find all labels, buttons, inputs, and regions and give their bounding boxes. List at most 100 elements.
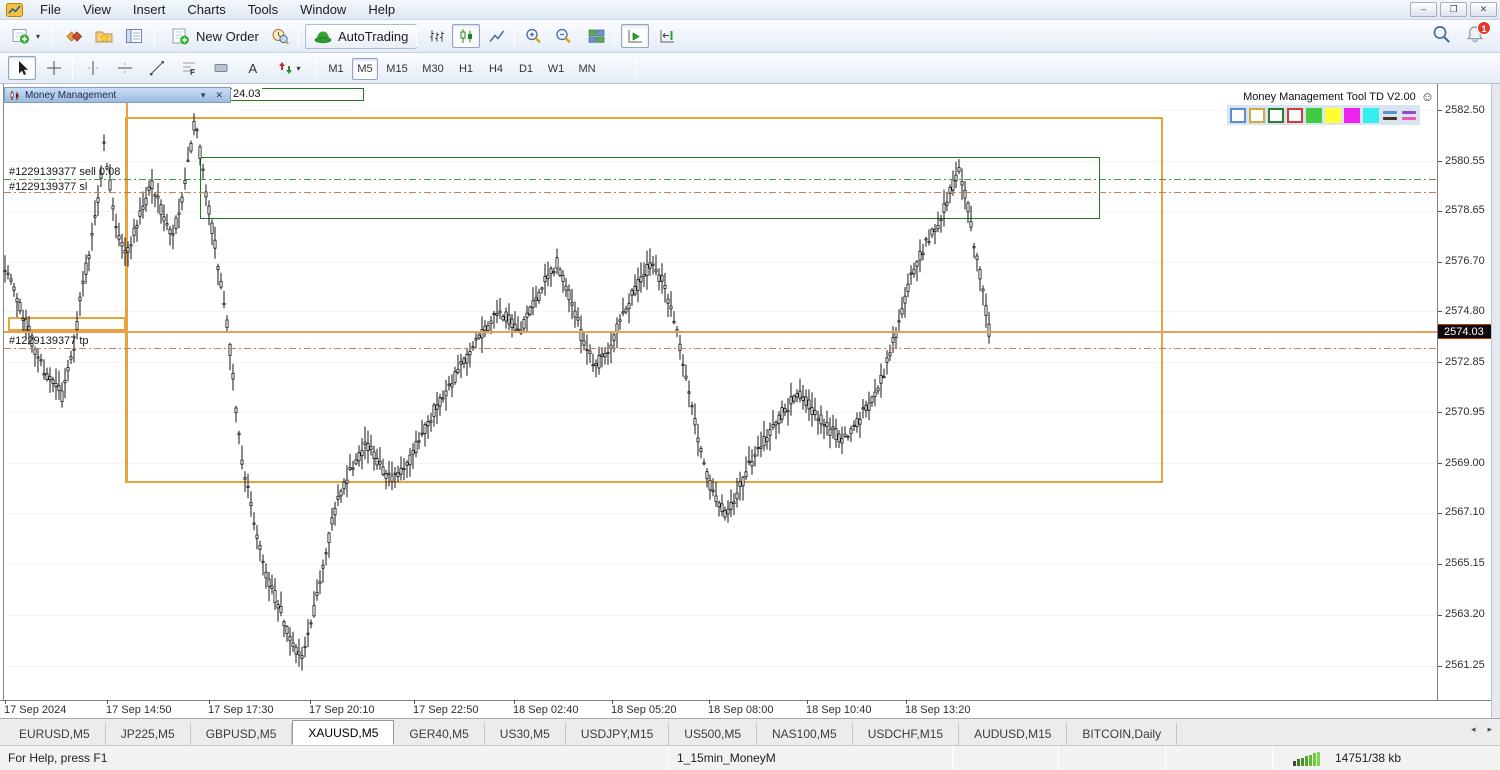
price-tick-label: 2580.55 xyxy=(1445,155,1485,167)
trendline-button[interactable] xyxy=(143,56,171,80)
app-logo-icon xyxy=(6,3,23,17)
search-button[interactable] xyxy=(1432,25,1452,49)
text-tool-button[interactable]: A xyxy=(239,56,267,80)
horizontal-line-button[interactable] xyxy=(111,56,139,80)
candlestick-chart-button[interactable] xyxy=(452,24,480,48)
tab-prev-arrow-icon[interactable]: ◂ xyxy=(1471,724,1476,735)
new-chart-icon xyxy=(12,28,34,44)
timeframe-m5[interactable]: M5 xyxy=(352,58,378,80)
palette-color-swatch[interactable] xyxy=(1363,108,1379,123)
price-tick-label: 2574.80 xyxy=(1445,305,1485,317)
price-axis[interactable]: 2574.03 2582.502580.552578.652576.702574… xyxy=(1437,84,1491,718)
menu-item-help[interactable]: Help xyxy=(357,1,406,18)
timeframe-h1[interactable]: H1 xyxy=(452,58,480,80)
timeframe-h4[interactable]: H4 xyxy=(482,58,510,80)
market-watch-button[interactable] xyxy=(120,24,148,48)
palette-color-swatch[interactable] xyxy=(1287,108,1303,123)
takeprofit-line[interactable] xyxy=(4,348,1437,349)
zoom-out-icon xyxy=(555,28,573,44)
symbol-tab-eurusd[interactable]: EURUSD,M5 xyxy=(4,723,106,745)
toolbar-separator xyxy=(154,25,155,47)
autotrading-toggle[interactable]: AutoTrading xyxy=(305,24,417,49)
arrows-tool-button[interactable]: ▾ xyxy=(269,56,309,80)
shapes-button[interactable] xyxy=(207,56,235,80)
symbol-tab-xauusd[interactable]: XAUUSD,M5 xyxy=(292,720,394,745)
symbol-tab-ger40[interactable]: GER40,M5 xyxy=(394,723,484,745)
symbol-tab-gbpusd[interactable]: GBPUSD,M5 xyxy=(191,723,293,745)
palette-line-swatch[interactable] xyxy=(1382,108,1398,123)
menu-item-tools[interactable]: Tools xyxy=(237,1,289,18)
chart-shift-button[interactable] xyxy=(653,24,681,48)
svg-text:A: A xyxy=(249,61,258,76)
tile-windows-icon xyxy=(588,28,605,44)
symbol-tab-audusd[interactable]: AUDUSD,M15 xyxy=(959,723,1067,745)
window-edge-strip xyxy=(1491,84,1500,718)
symbol-tab-usdjpy[interactable]: USDJPY,M15 xyxy=(566,723,669,745)
symbol-tab-usdchf[interactable]: USDCHF,M15 xyxy=(853,723,959,745)
timeframe-d1[interactable]: D1 xyxy=(512,58,540,80)
symbol-tab-us500[interactable]: US500,M5 xyxy=(669,723,757,745)
chart-tab-title: Money Management xyxy=(25,90,116,101)
zoom-out-button[interactable] xyxy=(550,24,578,48)
fibonacci-button[interactable]: F xyxy=(175,56,203,80)
cursor-button[interactable] xyxy=(8,56,36,80)
stoploss-line[interactable] xyxy=(4,192,1437,193)
chart-window-tab[interactable]: Money Management ▾ ✕ xyxy=(4,87,231,103)
profiles-icon xyxy=(65,28,83,44)
auto-scroll-button[interactable] xyxy=(621,24,649,48)
price-tick-label: 2569.00 xyxy=(1445,457,1485,469)
price-tick-mark xyxy=(1438,615,1442,616)
time-axis[interactable]: 17 Sep 202417 Sep 14:5017 Sep 17:3017 Se… xyxy=(0,700,1491,718)
symbol-tabs: EURUSD,M5JP225,M5GBPUSD,M5XAUUSD,M5GER40… xyxy=(0,719,1177,745)
palette-color-swatch[interactable] xyxy=(1249,108,1265,123)
strategy-tester-button[interactable] xyxy=(266,24,294,48)
chart-tab-close-icon[interactable]: ✕ xyxy=(212,90,226,101)
tile-windows-button[interactable] xyxy=(582,24,610,48)
chart-area[interactable]: Money Management ▾ ✕ 24.03 Money Managem… xyxy=(0,84,1500,718)
menu-item-window[interactable]: Window xyxy=(289,1,357,18)
vertical-line-button[interactable] xyxy=(79,56,107,80)
mt4-terminal-window: FileViewInsertChartsToolsWindowHelp – ❐ … xyxy=(0,0,1500,770)
tab-next-arrow-icon[interactable]: ▸ xyxy=(1487,724,1492,735)
fibonacci-icon: F xyxy=(181,60,197,76)
line-chart-button[interactable] xyxy=(482,24,510,48)
crosshair-button[interactable] xyxy=(40,56,68,80)
palette-color-swatch[interactable] xyxy=(1344,108,1360,123)
timeframe-m15[interactable]: M15 xyxy=(380,58,414,80)
symbol-tab-nas100[interactable]: NAS100,M5 xyxy=(757,723,853,745)
favorites-button[interactable] xyxy=(90,24,118,48)
palette-line-swatch[interactable] xyxy=(1401,108,1417,123)
profiles-button[interactable] xyxy=(60,24,88,48)
menu-item-charts[interactable]: Charts xyxy=(176,1,236,18)
timeframe-mn[interactable]: MN xyxy=(572,58,602,80)
standard-toolbar: ▾ xyxy=(0,20,1500,53)
toolbar-separator xyxy=(52,25,53,47)
menu-item-view[interactable]: View xyxy=(72,1,122,18)
symbol-tab-us30[interactable]: US30,M5 xyxy=(485,723,566,745)
menu-item-insert[interactable]: Insert xyxy=(122,1,177,18)
palette-color-swatch[interactable] xyxy=(1230,108,1246,123)
symbol-tab-bitcoin[interactable]: BITCOIN,Daily xyxy=(1067,723,1177,745)
palette-color-swatch[interactable] xyxy=(1306,108,1322,123)
zoom-in-button[interactable] xyxy=(520,24,548,48)
price-tick-mark xyxy=(1438,564,1442,565)
timeframe-w1[interactable]: W1 xyxy=(542,58,570,80)
menu-item-file[interactable]: File xyxy=(29,1,72,18)
menu-bar: FileViewInsertChartsToolsWindowHelp – ❐ … xyxy=(0,0,1500,20)
palette-color-swatch[interactable] xyxy=(1268,108,1284,123)
status-help-text: For Help, press F1 xyxy=(8,751,107,765)
bar-chart-button[interactable] xyxy=(422,24,450,48)
entry-price-line[interactable] xyxy=(4,179,1437,180)
minimize-button[interactable]: – xyxy=(1410,2,1437,17)
toolbar-separator xyxy=(298,25,299,47)
close-button[interactable]: ✕ xyxy=(1470,2,1497,17)
chart-tab-menu-icon[interactable]: ▾ xyxy=(198,90,209,101)
restore-button[interactable]: ❐ xyxy=(1440,2,1467,17)
new-order-button[interactable]: New Order xyxy=(162,24,268,49)
palette-color-swatch[interactable] xyxy=(1325,108,1341,123)
timeframe-m30[interactable]: M30 xyxy=(416,58,450,80)
new-chart-button[interactable]: ▾ xyxy=(8,24,44,48)
timeframe-m1[interactable]: M1 xyxy=(322,58,350,80)
palette-line xyxy=(1402,111,1416,114)
symbol-tab-jp225[interactable]: JP225,M5 xyxy=(106,723,191,745)
